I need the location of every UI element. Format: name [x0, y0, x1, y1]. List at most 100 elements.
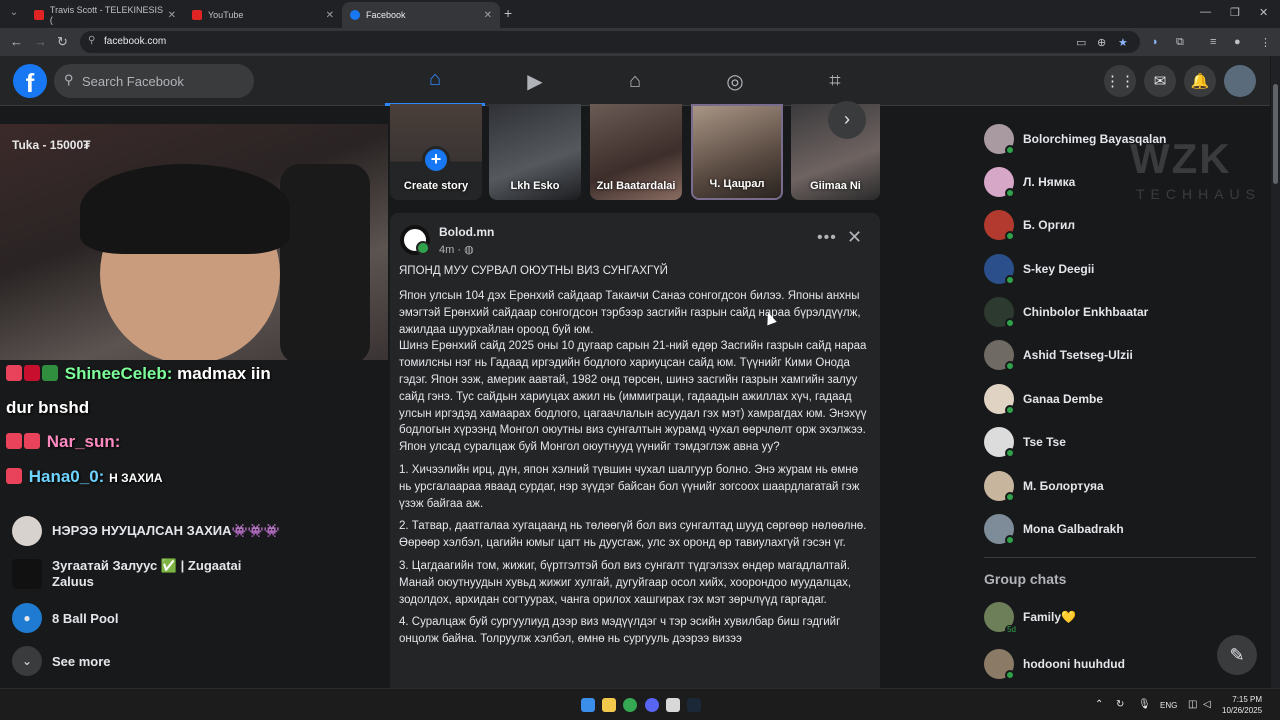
- story-card[interactable]: Ч. Цацрал: [691, 104, 783, 200]
- see-more-button[interactable]: ⌄ See more: [12, 646, 111, 676]
- browser-tab-youtube-music[interactable]: Travis Scott - TELEKINESIS ( ✕: [26, 2, 184, 28]
- tab-list-icon[interactable]: ≡: [1210, 36, 1216, 48]
- chevron-down-icon: ⌄: [12, 646, 42, 676]
- windows-taskbar: ⌃ ↻ 🎙 ENG ◫ ◁ 7:15 PM 10/26/2025: [0, 688, 1280, 720]
- close-tab-icon[interactable]: ✕: [326, 10, 334, 21]
- youtube-favicon-icon: [192, 10, 202, 20]
- microphone-icon[interactable]: 🎙: [1138, 699, 1151, 710]
- online-indicator: [1005, 361, 1015, 371]
- address-bar[interactable]: ⚲ facebook.com: [80, 31, 1140, 53]
- new-tab-icon[interactable]: +: [504, 5, 512, 21]
- search-icon: ⚲: [64, 72, 74, 87]
- contact-item[interactable]: Л. Нямка: [984, 167, 1075, 198]
- close-tab-icon[interactable]: ✕: [168, 10, 176, 21]
- extension-icon[interactable]: ◗: [1152, 36, 1159, 48]
- contact-item[interactable]: Chinbolor Enkhbaatar: [984, 297, 1148, 328]
- contact-avatar: [984, 514, 1015, 545]
- menu-grid-icon[interactable]: ⋮⋮: [1104, 65, 1136, 97]
- group-chat-item[interactable]: 5d Family💛: [984, 602, 1076, 634]
- contact-item[interactable]: Mona Galbadrakh: [984, 514, 1124, 545]
- contact-item[interactable]: М. Болортуяа: [984, 471, 1104, 502]
- story-card[interactable]: Lkh Esko: [489, 104, 581, 200]
- menu-kebab-icon[interactable]: ⋮: [1260, 36, 1271, 49]
- file-explorer-icon[interactable]: [602, 698, 616, 712]
- discord-icon[interactable]: [645, 698, 659, 712]
- nav-gaming-tab[interactable]: ⌗: [785, 56, 885, 106]
- volume-icon[interactable]: ◁: [1203, 699, 1211, 710]
- profile-icon[interactable]: ●: [1234, 36, 1241, 48]
- url-text: facebook.com: [104, 36, 167, 47]
- notifications-bell-icon[interactable]: 🔔: [1184, 65, 1216, 97]
- contact-name: Mona Galbadrakh: [1023, 522, 1124, 536]
- group-chat-name: Family💛: [1023, 610, 1076, 624]
- youtube-favicon-icon: [34, 10, 44, 20]
- streamer-hair: [80, 164, 290, 254]
- chat-line: ShineeCeleb: madmax iin: [6, 364, 271, 384]
- close-tab-icon[interactable]: ✕: [484, 10, 492, 21]
- nav-home-tab[interactable]: ⌂: [385, 56, 485, 106]
- zoom-icon[interactable]: ⊕: [1097, 36, 1106, 49]
- account-avatar[interactable]: [1224, 65, 1256, 97]
- network-icon[interactable]: ◫: [1188, 699, 1197, 710]
- nav-video-tab[interactable]: ▶: [485, 56, 585, 106]
- see-more-label: See more: [52, 653, 111, 669]
- nav-marketplace-tab[interactable]: ⌂: [585, 56, 685, 106]
- maximize-icon[interactable]: ❐: [1230, 6, 1240, 19]
- steam-icon[interactable]: [687, 698, 701, 712]
- forward-icon[interactable]: →: [34, 34, 47, 49]
- system-clock[interactable]: 7:15 PM 10/26/2025: [1222, 694, 1262, 716]
- shortcut-item[interactable]: НЭРЭЭ НУУЦАЛСАН ЗАХИА👾👾👾: [12, 516, 280, 546]
- post-more-options-icon[interactable]: •••: [817, 229, 837, 247]
- shortcut-item[interactable]: Зугаатай Залуус ✅ | Zugaatai Zaluus: [12, 558, 282, 589]
- messenger-icon[interactable]: ✉: [1144, 65, 1176, 97]
- feed-post: Bolod.mn 4m · ◍ ••• ✕ ЯПОНД МУУ СУРВАЛ О…: [390, 213, 880, 693]
- post-hide-close-icon[interactable]: ✕: [847, 227, 862, 248]
- search-box[interactable]: ⚲: [54, 64, 254, 98]
- app-icon[interactable]: [666, 698, 680, 712]
- new-message-button[interactable]: ✎: [1217, 635, 1257, 675]
- tab-search-icon[interactable]: ⌄: [6, 5, 22, 21]
- group-chat-item[interactable]: hodooni huuhdud: [984, 649, 1125, 680]
- group-chat-name: hodooni huuhdud: [1023, 657, 1125, 671]
- online-indicator: [1005, 231, 1015, 241]
- language-indicator[interactable]: ENG: [1160, 701, 1177, 710]
- facebook-logo-icon[interactable]: f: [13, 64, 47, 98]
- scrollbar-thumb[interactable]: [1273, 84, 1278, 184]
- chrome-icon[interactable]: [623, 698, 637, 712]
- nav-groups-tab[interactable]: ◎: [685, 56, 785, 106]
- back-icon[interactable]: ←: [10, 34, 23, 49]
- contact-item[interactable]: Ganaa Dembe: [984, 384, 1103, 415]
- extensions-puzzle-icon[interactable]: ⧉: [1176, 36, 1184, 49]
- bookmark-star-icon[interactable]: ★: [1118, 36, 1128, 49]
- marketplace-icon: ⌂: [628, 69, 642, 92]
- add-story-icon: +: [422, 146, 450, 174]
- contact-item[interactable]: S-key Deegii: [984, 254, 1094, 285]
- minimize-icon[interactable]: —: [1200, 6, 1211, 18]
- tray-overflow-icon[interactable]: ⌃: [1095, 699, 1103, 710]
- contact-item[interactable]: Tse Tse: [984, 427, 1066, 458]
- site-info-icon[interactable]: ⚲: [88, 35, 95, 46]
- start-windows-icon[interactable]: [581, 698, 595, 712]
- video-icon: ▶: [527, 70, 543, 93]
- shortcut-item[interactable]: ● 8 Ball Pool: [12, 603, 118, 633]
- stories-next-button[interactable]: ›: [828, 101, 866, 139]
- reload-icon[interactable]: ↻: [57, 34, 68, 50]
- browser-tab-youtube[interactable]: YouTube ✕: [184, 2, 342, 28]
- page-scrollbar[interactable]: [1271, 56, 1280, 688]
- browser-tab-facebook[interactable]: Facebook ✕: [342, 2, 500, 28]
- post-paragraph: 1. Хичээлийн ирц, дүн, япон хэлний түвши…: [399, 463, 860, 510]
- browser-tab-bar: ⌄ Travis Scott - TELEKINESIS ( ✕ YouTube…: [0, 0, 1280, 28]
- contact-item[interactable]: Б. Оргил: [984, 210, 1075, 241]
- search-input[interactable]: [82, 64, 247, 98]
- cast-icon[interactable]: ▭: [1076, 36, 1086, 49]
- contact-item[interactable]: Ashid Tsetseg-Ulzii: [984, 340, 1133, 371]
- close-window-icon[interactable]: ✕: [1259, 6, 1268, 19]
- facebook-favicon-icon: [350, 10, 360, 20]
- create-story-card[interactable]: + Create story: [390, 104, 482, 200]
- contact-item[interactable]: Bolorchimeg Bayasqalan: [984, 124, 1166, 155]
- story-card[interactable]: Zul Baatardalai: [590, 104, 682, 200]
- post-timestamp[interactable]: 4m · ◍: [439, 243, 474, 256]
- post-author-avatar[interactable]: [400, 225, 430, 255]
- sync-icon[interactable]: ↻: [1116, 699, 1124, 710]
- post-author-name[interactable]: Bolod.mn: [439, 225, 494, 239]
